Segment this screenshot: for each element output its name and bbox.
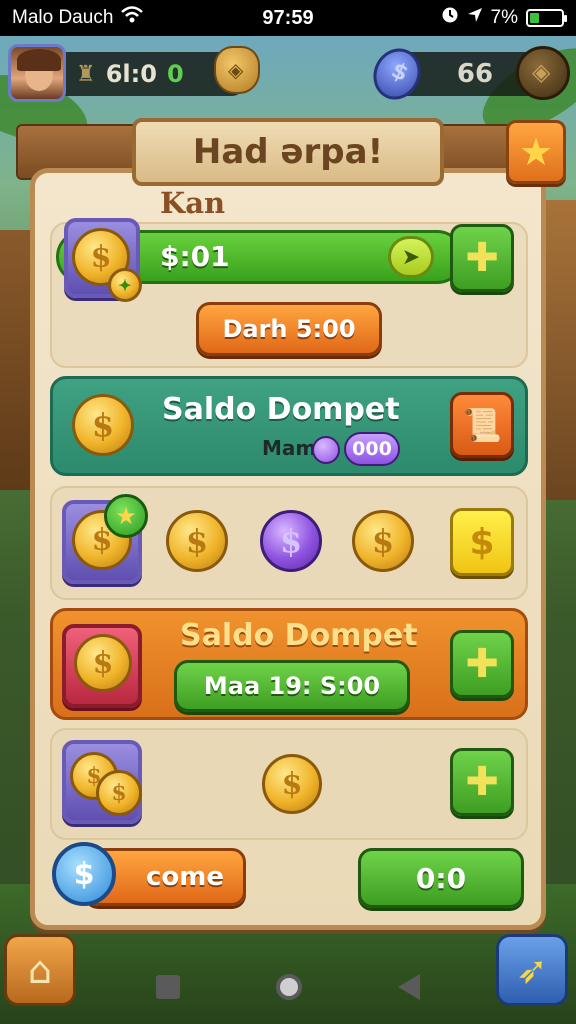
system-nav-bar: [0, 950, 576, 1024]
come-button-label: come: [146, 862, 224, 892]
player-avatar[interactable]: [8, 44, 66, 102]
wallet-timer-button[interactable]: Maa 19: S:00: [174, 660, 410, 712]
counter-button-label: 0:0: [415, 861, 467, 895]
resource-value: 6l:0: [105, 60, 157, 88]
coin-bag-icon[interactable]: [214, 46, 260, 94]
battery-icon: [526, 9, 567, 27]
earnings-value: $:01: [160, 240, 230, 273]
star-badge-icon: ★: [104, 494, 148, 538]
counter-button[interactable]: 0:0: [358, 848, 524, 908]
favorite-star-button[interactable]: ★: [506, 120, 566, 184]
plus-icon: ✚: [465, 641, 499, 687]
plus-icon: ✚: [465, 759, 499, 805]
add-coins-button[interactable]: ✚: [450, 748, 514, 816]
recents-button[interactable]: [156, 975, 180, 999]
wifi-icon: [121, 6, 144, 30]
swap-currency-icon[interactable]: $: [52, 842, 116, 906]
page-title: Had ərpa!: [132, 118, 444, 186]
home-nav-button[interactable]: [276, 974, 302, 1000]
star-icon: ★: [518, 130, 554, 174]
dollar-coin-icon[interactable]: $: [262, 754, 322, 814]
scroll-reward-button[interactable]: 📜: [450, 392, 514, 458]
alarm-icon: [441, 6, 459, 30]
gem-count-value: 000: [352, 438, 392, 460]
top-hud: ♜ 6l:0 0 66: [6, 40, 570, 108]
wallet-title: Saldo Dompet: [162, 392, 400, 427]
timer-button-label: Darh 5:00: [222, 315, 356, 343]
wallet-timer-label: Maa 19: S:00: [203, 672, 381, 700]
back-button[interactable]: [398, 974, 420, 1000]
purple-gem-icon: [312, 436, 340, 464]
dollar-coin-icon: $: [72, 394, 134, 456]
section-label: Kan: [160, 186, 226, 220]
dollar-coin-icon[interactable]: $: [352, 510, 414, 572]
totem-icon: ♜: [76, 61, 96, 87]
gem-count-badge: 000: [344, 432, 400, 466]
wallet-title-secondary: Saldo Dompet: [180, 618, 418, 653]
location-arrow-icon: [467, 7, 483, 29]
add-earnings-button[interactable]: ✚: [450, 224, 514, 292]
timer-button[interactable]: Darh 5:00: [196, 302, 382, 356]
next-arrow-button[interactable]: ➤: [388, 236, 434, 278]
gem-value: 66: [456, 59, 494, 89]
plus-icon: ✚: [465, 235, 499, 281]
add-wallet-button[interactable]: ✚: [450, 630, 514, 698]
scroll-icon: 📜: [462, 406, 502, 444]
small-coin-icon: ✦: [108, 268, 142, 302]
resource-value-green: 0: [166, 60, 184, 88]
purple-coin-icon[interactable]: $: [260, 510, 322, 572]
dollar-coin-icon: $: [74, 634, 132, 692]
gem-icon: [365, 40, 429, 108]
coin-stack-icon: $: [96, 770, 142, 816]
battery-percent: 7%: [490, 7, 518, 28]
arrow-right-icon: ➤: [401, 244, 421, 270]
carrier-label: Malo Dauch: [12, 7, 114, 28]
dollar-shop-button[interactable]: $: [450, 508, 514, 576]
dollar-coin-icon[interactable]: $: [166, 510, 228, 572]
dollar-icon: $: [469, 521, 495, 563]
shop-badge-icon[interactable]: [516, 46, 570, 100]
wallet-sub-label: Mam: [262, 436, 317, 460]
status-bar: Malo Dauch 97:59 7%: [0, 0, 576, 36]
